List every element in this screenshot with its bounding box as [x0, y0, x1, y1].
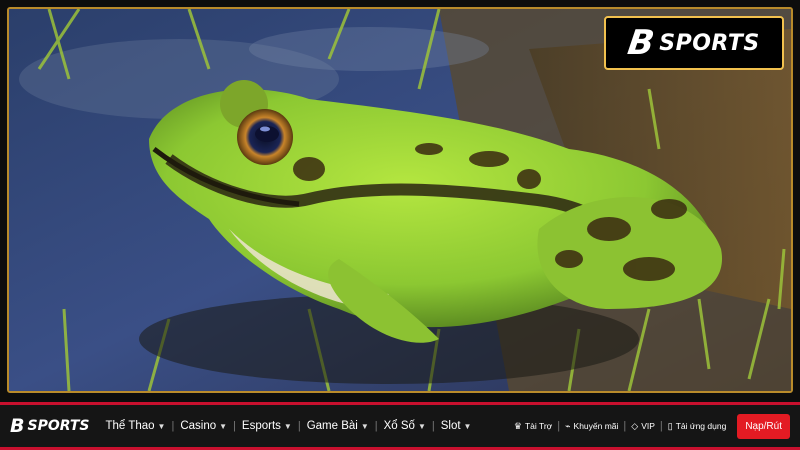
brand-logo[interactable]: B SPORTS — [604, 16, 784, 70]
nav-logo[interactable]: B SPORTS — [10, 415, 90, 437]
nav-item-slot[interactable]: Slot ▼ — [435, 420, 478, 432]
chevron-down-icon: ▼ — [219, 421, 228, 431]
tag-icon: ⌁ — [565, 420, 571, 431]
brand-logo-word: SPORTS — [659, 30, 760, 56]
trophy-icon: ♛ — [513, 420, 522, 431]
nav-util-label: Tài Trợ — [524, 421, 553, 431]
nav-util-label: Tải ứng dụng — [675, 421, 727, 431]
nav-download-app-link[interactable]: ▯ Tải ứng dụng — [663, 421, 732, 432]
nav-item-label: Thể Thao — [105, 420, 155, 432]
nav-item-the-thao[interactable]: Thể Thao ▼ — [100, 420, 172, 432]
nav-utilities: ♛ Tài Trợ | ⌁ Khuyến mãi | ◇ VIP | ▯ Tải… — [509, 413, 790, 439]
nav-item-esports[interactable]: Esports ▼ — [236, 420, 298, 432]
phone-icon: ▯ — [667, 420, 673, 431]
nav-item-label: Esports — [241, 420, 281, 432]
nav-util-label: VIP — [641, 421, 655, 431]
nav-item-label: Slot — [440, 420, 461, 432]
nav-item-casino[interactable]: Casino ▼ — [174, 420, 233, 432]
chevron-down-icon: ▼ — [283, 421, 292, 431]
nav-item-label: Casino — [180, 420, 217, 432]
nav-menu: Thể Thao ▼ | Casino ▼ | Esports ▼ | Game… — [100, 420, 478, 432]
chevron-down-icon: ▼ — [417, 421, 426, 431]
nav-logo-word: SPORTS — [27, 418, 90, 434]
deposit-withdraw-button[interactable]: Nạp/Rút — [737, 413, 790, 439]
chevron-down-icon: ▼ — [463, 421, 472, 431]
hero-banner[interactable]: B SPORTS — [7, 7, 793, 393]
nav-logo-mark: B — [10, 415, 25, 437]
nav-util-label: Khuyến mãi — [573, 421, 619, 431]
nav-item-label: Game Bài — [306, 420, 358, 432]
nav-item-xo-so[interactable]: Xổ Số ▼ — [378, 420, 432, 432]
nav-sponsor-link[interactable]: ♛ Tài Trợ — [509, 421, 557, 432]
chevron-down-icon: ▼ — [157, 421, 166, 431]
nav-vip-link[interactable]: ◇ VIP — [626, 421, 660, 432]
diamond-icon: ◇ — [631, 420, 639, 431]
brand-logo-mark: B — [625, 23, 657, 63]
nav-item-game-bai[interactable]: Game Bài ▼ — [301, 420, 375, 432]
nav-item-label: Xổ Số — [383, 420, 415, 432]
nav-promotions-link[interactable]: ⌁ Khuyến mãi — [560, 421, 623, 432]
chevron-down-icon: ▼ — [360, 421, 369, 431]
main-navigation: B SPORTS Thể Thao ▼ | Casino ▼ | Esports… — [0, 402, 800, 450]
